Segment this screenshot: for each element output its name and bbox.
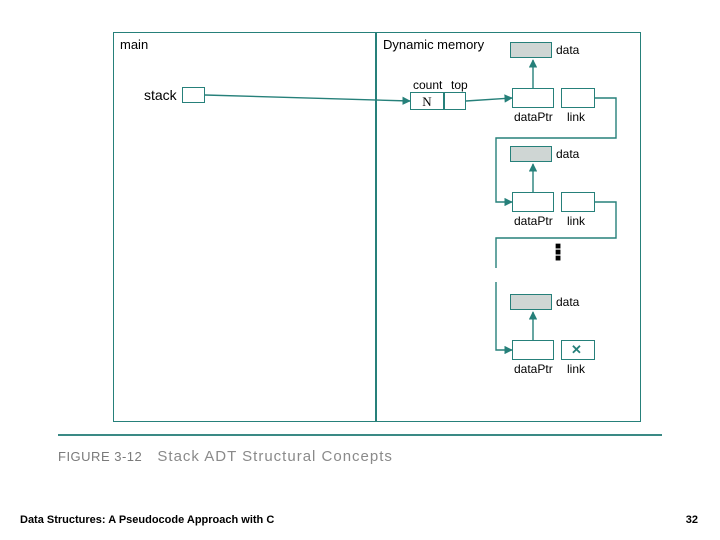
data-block-n bbox=[510, 294, 552, 310]
diagram-canvas: main Dynamic memory stack count top N da… bbox=[0, 0, 720, 540]
dataptr-box-2 bbox=[512, 192, 554, 212]
figure-number: FIGURE 3-12 bbox=[58, 449, 142, 464]
panel-main-title: main bbox=[120, 37, 148, 52]
dataptr-label-n: dataPtr bbox=[514, 362, 553, 376]
data-label-1: data bbox=[556, 43, 579, 57]
stack-pointer-box bbox=[182, 87, 205, 103]
stack-label: stack bbox=[144, 87, 177, 103]
data-block-1 bbox=[510, 42, 552, 58]
link-box-1 bbox=[561, 88, 595, 108]
dataptr-box-1 bbox=[512, 88, 554, 108]
dataptr-label-2: dataPtr bbox=[514, 214, 553, 228]
panel-dyn-title: Dynamic memory bbox=[383, 37, 484, 52]
footer-page-number: 32 bbox=[686, 514, 698, 526]
link-label-2: link bbox=[567, 214, 585, 228]
vertical-ellipsis: ■■■ bbox=[555, 244, 561, 262]
link-label-1: link bbox=[567, 110, 585, 124]
data-label-n: data bbox=[556, 295, 579, 309]
dataptr-box-n bbox=[512, 340, 554, 360]
figure-title: Stack ADT Structural Concepts bbox=[157, 448, 392, 465]
data-block-2 bbox=[510, 146, 552, 162]
count-label: count bbox=[413, 78, 442, 92]
null-link-x: ✕ bbox=[571, 342, 582, 358]
count-value: N bbox=[422, 94, 431, 109]
footer-book-title: Data Structures: A Pseudocode Approach w… bbox=[20, 514, 274, 526]
link-label-n: link bbox=[567, 362, 585, 376]
figure-caption: FIGURE 3-12 Stack ADT Structural Concept… bbox=[58, 448, 393, 465]
dataptr-label-1: dataPtr bbox=[514, 110, 553, 124]
data-label-2: data bbox=[556, 147, 579, 161]
link-box-2 bbox=[561, 192, 595, 212]
top-label: top bbox=[451, 78, 468, 92]
figure-rule bbox=[58, 434, 662, 436]
count-box: N bbox=[410, 92, 444, 110]
top-box bbox=[444, 92, 466, 110]
